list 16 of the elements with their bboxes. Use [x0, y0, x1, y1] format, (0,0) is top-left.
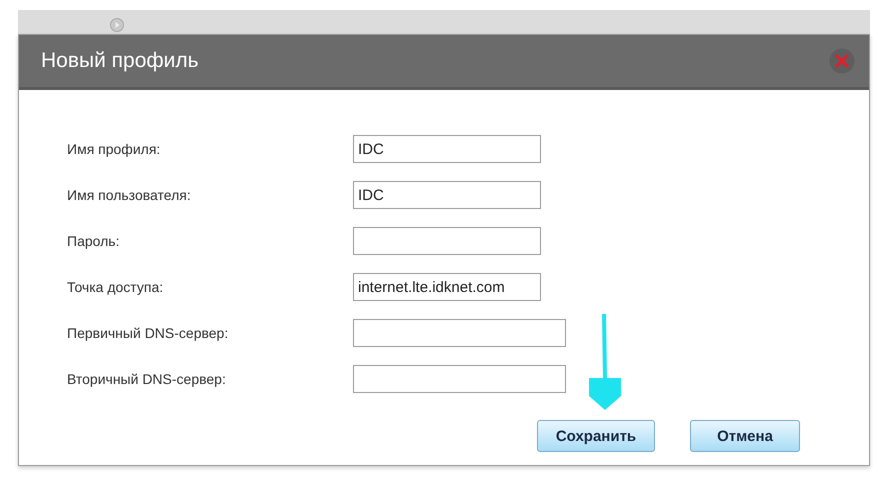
field-label: Первичный DNS-сервер: [67, 325, 230, 341]
input-field[interactable] [353, 365, 566, 393]
field-label: Имя профиля: [67, 141, 162, 157]
input-field[interactable]: IDC [353, 181, 541, 209]
save-button[interactable]: Сохранить [537, 420, 655, 452]
field-label: Пароль: [67, 233, 120, 249]
dialog-title: Новый профиль [41, 49, 199, 73]
field-label: Точка доступа: [67, 279, 164, 295]
input-field[interactable] [353, 319, 566, 347]
input-field[interactable] [353, 227, 541, 255]
input-field[interactable]: internet.lte.idknet.com [353, 273, 541, 301]
play-icon[interactable] [110, 18, 124, 32]
field-label: Имя пользователя: [67, 187, 192, 203]
field-label: Вторичный DNS-сервер: [67, 371, 227, 387]
cancel-button[interactable]: Отмена [690, 420, 800, 452]
input-field[interactable]: IDC [353, 135, 541, 163]
